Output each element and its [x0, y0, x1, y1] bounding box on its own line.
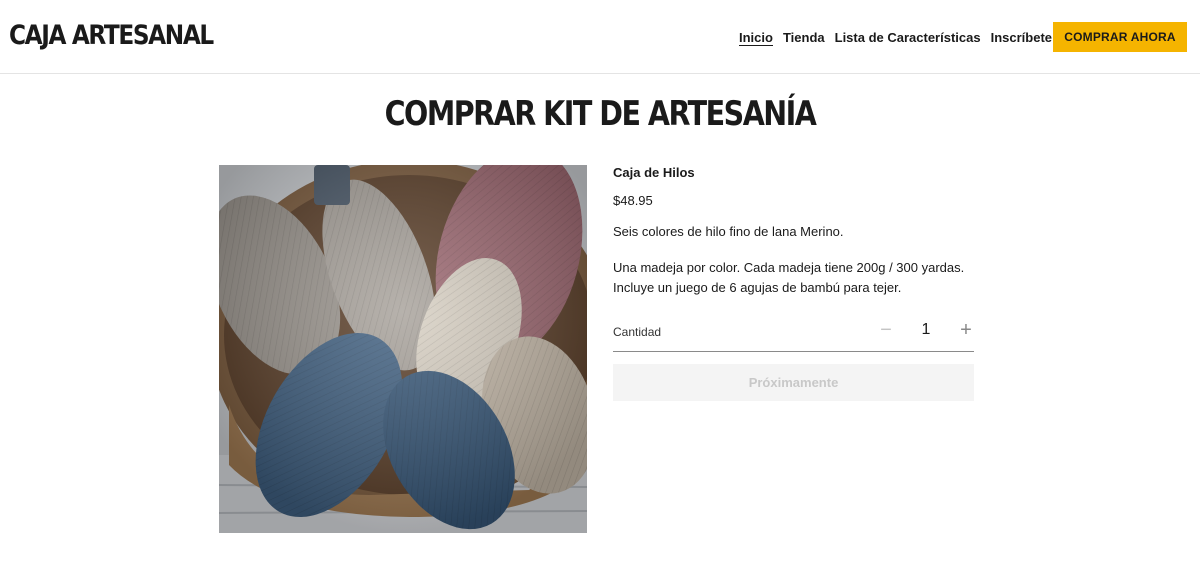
nav-link-inscribete[interactable]: Inscríbete	[991, 30, 1052, 46]
quantity-label: Cantidad	[613, 325, 662, 339]
site-logo[interactable]: CAJA ARTESANAL	[9, 20, 214, 51]
page-title: COMPRAR KIT DE ARTESANÍA	[384, 94, 817, 134]
product-price: $48.95	[613, 193, 653, 208]
buy-now-button[interactable]: COMPRAR AHORA	[1053, 22, 1187, 52]
coming-soon-button[interactable]: Próximamente	[613, 364, 974, 401]
quantity-stepper: Cantidad − 1 +	[613, 314, 974, 352]
nav-link-inicio[interactable]: Inicio	[739, 30, 773, 46]
product-image	[219, 165, 587, 533]
main-nav: Inicio Tienda Lista de Características I…	[739, 30, 1052, 46]
product-details: Caja de Hilos $48.95 Seis colores de hil…	[613, 165, 974, 401]
plus-icon[interactable]: +	[956, 318, 976, 342]
minus-icon[interactable]: −	[876, 318, 896, 342]
product-name: Caja de Hilos	[613, 165, 695, 180]
nav-link-tienda[interactable]: Tienda	[783, 30, 825, 46]
nav-link-caracteristicas[interactable]: Lista de Características	[835, 30, 981, 46]
site-header: CAJA ARTESANAL Inicio Tienda Lista de Ca…	[0, 0, 1200, 74]
product-description-short: Seis colores de hilo fino de lana Merino…	[613, 224, 844, 239]
product-description-long: Una madeja por color. Cada madeja tiene …	[613, 260, 965, 295]
quantity-value[interactable]: 1	[919, 319, 933, 341]
